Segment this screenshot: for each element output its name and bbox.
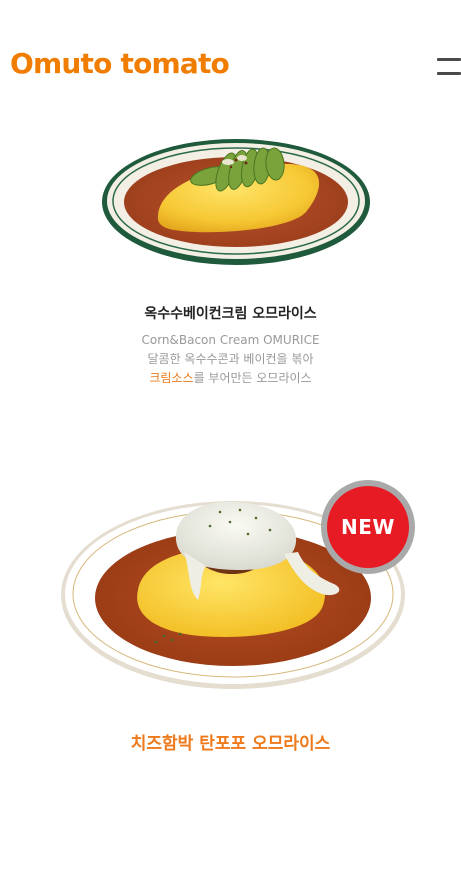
omurice-dish-image-1 <box>102 139 370 265</box>
hamburger-menu-icon[interactable] <box>432 54 461 80</box>
menu-line <box>437 72 461 75</box>
new-badge-label: NEW <box>327 486 409 568</box>
site-header: Omuto tomato <box>0 0 461 120</box>
new-badge: NEW <box>321 480 415 574</box>
menu-item-corn-bacon-omurice[interactable]: 옥수수베이컨크림 오므라이스 Corn&Bacon Cream OMURICE … <box>0 120 461 420</box>
item-description-line1: 달콤한 옥수수콘과 베이컨을 볶아 <box>147 352 314 366</box>
item-title: 옥수수베이컨크림 오므라이스 <box>144 306 317 322</box>
menu-item-cheese-hamburg-omurice[interactable]: NEW 치즈함박 탄포포 오므라이스 <box>0 470 461 770</box>
item-title: 치즈함박 탄포포 오므라이스 <box>130 734 331 754</box>
menu-line <box>437 58 461 61</box>
brand-logo[interactable]: Omuto tomato <box>10 44 230 84</box>
item-english-name: Corn&Bacon Cream OMURICE <box>141 333 320 347</box>
highlight-text: 크림소스 <box>149 371 194 385</box>
description-text: 를 부어만든 오므라이스 <box>193 371 312 385</box>
item-description-line2: 크림소스를 부어만든 오므라이스 <box>0 369 461 388</box>
